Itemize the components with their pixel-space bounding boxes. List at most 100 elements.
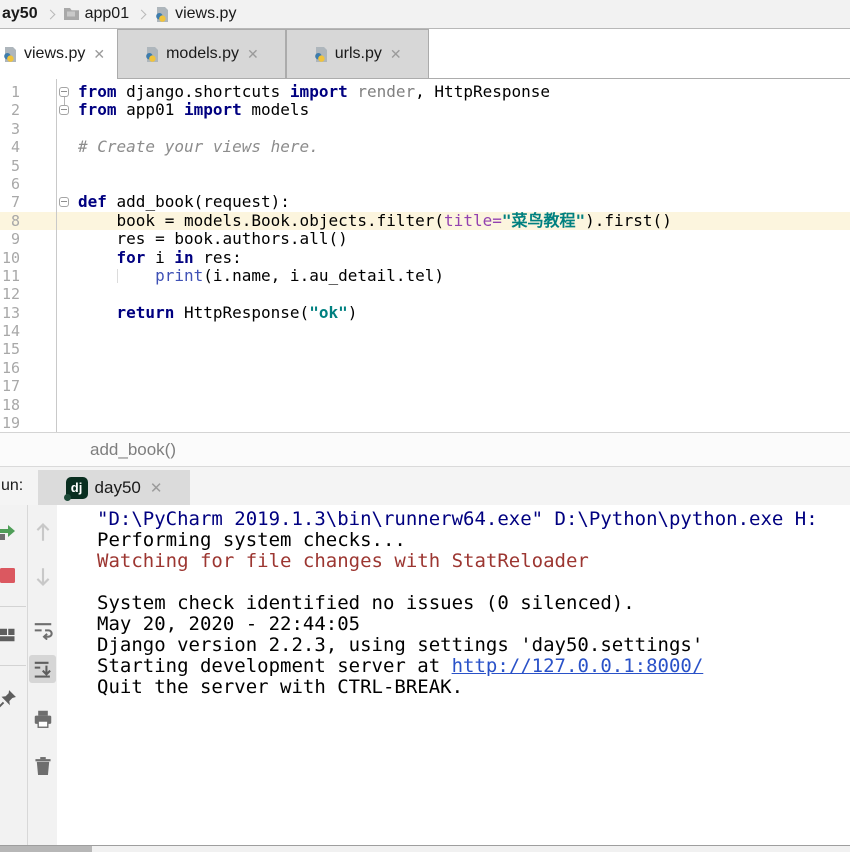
line-number: 14 bbox=[0, 322, 20, 340]
tab-views-py[interactable]: views.py ✕ bbox=[0, 29, 117, 79]
line-number: 4 bbox=[0, 138, 20, 156]
line-number: 10 bbox=[0, 249, 20, 267]
line-number: 3 bbox=[0, 120, 20, 138]
line-number: 12 bbox=[0, 285, 20, 303]
code-line: 1from django.shortcuts import render, Ht… bbox=[0, 83, 850, 101]
line-number: 16 bbox=[0, 359, 20, 377]
code-token bbox=[78, 266, 155, 285]
print-button[interactable] bbox=[32, 708, 54, 730]
console-text: "D:\PyCharm 2019.1.3\bin\runnerw64.exe" … bbox=[97, 508, 818, 530]
code-token: from bbox=[78, 82, 117, 101]
breadcrumb-file[interactable]: views.py bbox=[175, 5, 236, 23]
console-line: Performing system checks... bbox=[97, 530, 850, 551]
breadcrumb: ay50 app01 views.py bbox=[0, 0, 850, 29]
code-token: (i.name, i.au_detail.tel) bbox=[203, 266, 444, 285]
line-number: 8 bbox=[0, 212, 20, 230]
django-icon: dj bbox=[66, 477, 88, 499]
line-number: 19 bbox=[0, 414, 20, 432]
run-toolwindow-header: un: dj day50 ✕ bbox=[0, 466, 850, 505]
code-line: 3 bbox=[0, 120, 850, 138]
console-text: Watching for file changes with StatReloa… bbox=[97, 550, 589, 572]
code-token: django.shortcuts bbox=[117, 82, 290, 101]
code-line: 17 bbox=[0, 377, 850, 395]
code-token: res = book.authors.all() bbox=[78, 229, 348, 248]
line-number: 1 bbox=[0, 83, 20, 101]
code-line: 18 bbox=[0, 396, 850, 414]
run-config-tab-day50[interactable]: dj day50 ✕ bbox=[38, 470, 190, 505]
tab-models-py[interactable]: models.py ✕ bbox=[117, 29, 286, 78]
tab-urls-py[interactable]: urls.py ✕ bbox=[286, 29, 429, 78]
console-text: Quit the server with CTRL-BREAK. bbox=[97, 676, 463, 698]
code-token: title= bbox=[444, 211, 502, 230]
toolbar-separator bbox=[0, 665, 26, 666]
stop-button[interactable] bbox=[0, 567, 16, 584]
horizontal-scrollbar-thumb[interactable] bbox=[0, 846, 92, 852]
close-icon[interactable]: ✕ bbox=[390, 46, 402, 63]
fold-marker-icon[interactable] bbox=[59, 197, 69, 207]
code-line: 2from app01 import models bbox=[0, 101, 850, 119]
rerun-button[interactable] bbox=[0, 521, 19, 543]
console-toolbar bbox=[28, 505, 57, 845]
code-editor[interactable]: 1from django.shortcuts import render, Ht… bbox=[0, 79, 850, 432]
code-token: print bbox=[155, 266, 203, 285]
console-line: Quit the server with CTRL-BREAK. bbox=[97, 677, 850, 698]
down-stack-trace-button[interactable] bbox=[33, 565, 53, 589]
clear-console-button[interactable] bbox=[32, 755, 54, 777]
console-line: "D:\PyCharm 2019.1.3\bin\runnerw64.exe" … bbox=[97, 509, 850, 530]
close-icon[interactable]: ✕ bbox=[247, 46, 259, 63]
code-token: ).first() bbox=[585, 211, 672, 230]
chevron-right-icon bbox=[137, 9, 147, 19]
code-line: 5 bbox=[0, 157, 850, 175]
line-number: 11 bbox=[0, 267, 20, 285]
console-line: Starting development server at http://12… bbox=[97, 656, 850, 677]
console-line: Watching for file changes with StatReloa… bbox=[97, 551, 850, 572]
code-line: 10 for i in res: bbox=[0, 249, 850, 267]
console-text: Django version 2.2.3, using settings 'da… bbox=[97, 634, 703, 656]
code-token: app01 bbox=[117, 100, 184, 119]
console-text: May 20, 2020 - 22:44:05 bbox=[97, 613, 360, 635]
tab-label: urls.py bbox=[335, 45, 382, 63]
breadcrumb-project[interactable]: ay50 bbox=[2, 5, 38, 23]
server-url-link[interactable]: http://127.0.0.1:8000/ bbox=[452, 655, 704, 677]
code-token bbox=[348, 82, 358, 101]
line-number: 5 bbox=[0, 157, 20, 175]
code-token: in bbox=[174, 248, 193, 267]
restore-layout-button[interactable] bbox=[0, 625, 17, 645]
code-line: 12 bbox=[0, 285, 850, 303]
python-file-icon bbox=[144, 46, 160, 62]
code-token: book = models.Book.objects.filter( bbox=[78, 211, 444, 230]
up-stack-trace-button[interactable] bbox=[33, 520, 53, 544]
code-line: 16 bbox=[0, 359, 850, 377]
console-text: Performing system checks... bbox=[97, 529, 406, 551]
code-token: def bbox=[78, 192, 107, 211]
editor-tab-bar: views.py ✕ models.py ✕ urls.py ✕ bbox=[0, 29, 850, 79]
line-number: 9 bbox=[0, 230, 20, 248]
console-text: Starting development server at bbox=[97, 655, 452, 677]
breadcrumb-package[interactable]: app01 bbox=[85, 5, 130, 23]
code-line: 6 bbox=[0, 175, 850, 193]
line-number: 13 bbox=[0, 304, 20, 322]
fold-marker-icon[interactable] bbox=[59, 105, 69, 115]
function-breadcrumb[interactable]: add_book() bbox=[90, 440, 176, 460]
line-number: 7 bbox=[0, 193, 20, 211]
code-line: 15 bbox=[0, 340, 850, 358]
console-line: May 20, 2020 - 22:44:05 bbox=[97, 614, 850, 635]
code-line: 13 return HttpResponse("ok") bbox=[0, 304, 850, 322]
scroll-to-end-button[interactable] bbox=[32, 658, 54, 680]
python-file-icon bbox=[154, 6, 170, 22]
code-token: res: bbox=[194, 248, 242, 267]
code-token: i bbox=[145, 248, 174, 267]
console-line bbox=[97, 572, 850, 593]
code-token: ) bbox=[348, 303, 358, 322]
pin-tab-button[interactable] bbox=[0, 688, 18, 710]
close-icon[interactable]: ✕ bbox=[93, 46, 105, 63]
soft-wrap-button[interactable] bbox=[32, 618, 54, 640]
code-line: 8 book = models.Book.objects.filter(titl… bbox=[0, 212, 850, 230]
close-icon[interactable]: ✕ bbox=[150, 479, 163, 497]
tab-label: models.py bbox=[166, 45, 239, 63]
code-line: 7def add_book(request): bbox=[0, 193, 850, 211]
run-tab-label: day50 bbox=[95, 478, 141, 498]
fold-marker-icon[interactable] bbox=[59, 87, 69, 97]
line-number: 17 bbox=[0, 377, 20, 395]
console-output[interactable]: "D:\PyCharm 2019.1.3\bin\runnerw64.exe" … bbox=[57, 505, 850, 845]
